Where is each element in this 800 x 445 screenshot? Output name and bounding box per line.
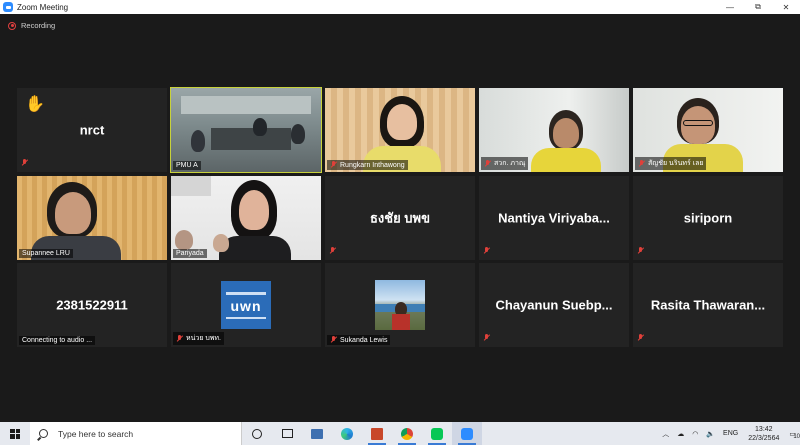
taskbar-search[interactable]: Type here to search xyxy=(30,422,242,445)
mic-muted-icon xyxy=(21,159,28,167)
participant-caption: Supannee LRU xyxy=(19,249,73,258)
cortana-button[interactable] xyxy=(242,422,272,445)
store-button[interactable] xyxy=(302,422,332,445)
line-button[interactable] xyxy=(422,422,452,445)
mic-muted-icon xyxy=(483,334,490,342)
system-tray: ︿ ☁ ◠ 🔈 ENG 13:42 22/3/2564 ▭ 10 xyxy=(658,422,800,445)
participant-tile-rasita[interactable]: Rasita Thawaran... xyxy=(633,263,783,347)
edge-button[interactable] xyxy=(332,422,362,445)
zoom-window: Zoom Meeting — ⧉ ✕ Recording ✋ nrct PMU … xyxy=(0,0,800,445)
mic-muted-icon xyxy=(483,247,490,255)
participant-name: nrct xyxy=(79,122,105,138)
participant-tile-sukanda[interactable]: Sukanda Lewis xyxy=(325,263,475,347)
task-view-button[interactable] xyxy=(272,422,302,445)
search-icon xyxy=(39,429,48,438)
participant-tile-chayanun[interactable]: Chayanun Suebp... xyxy=(479,263,629,347)
participant-tile-rungkarn[interactable]: Rungkarn Inthawong xyxy=(325,88,475,172)
store-icon xyxy=(311,428,323,439)
edge-icon xyxy=(341,427,353,440)
recording-indicator[interactable]: Recording xyxy=(8,21,55,30)
mic-muted-icon xyxy=(638,159,645,168)
participant-caption: Rungkarn Inthawong xyxy=(327,160,408,170)
mic-muted-icon xyxy=(637,334,644,342)
participant-tile-pariyada[interactable]: Pariyada xyxy=(171,176,321,260)
participant-name: siriporn xyxy=(683,210,733,226)
participant-tile-nrct[interactable]: ✋ nrct xyxy=(17,88,167,172)
recording-label: Recording xyxy=(21,21,56,30)
participant-name: 2381522911 xyxy=(56,297,128,313)
participant-tile-uwn[interactable]: uwn หน่วย บพท. xyxy=(171,263,321,347)
language-indicator[interactable]: ENG xyxy=(719,430,742,437)
task-view-icon xyxy=(281,429,293,438)
minimize-button[interactable]: — xyxy=(716,0,744,14)
recording-icon xyxy=(8,21,16,30)
mic-muted-icon xyxy=(329,247,336,255)
mic-muted-icon xyxy=(330,336,337,344)
wifi-icon[interactable]: ◠ xyxy=(688,430,702,438)
close-button[interactable]: ✕ xyxy=(772,0,800,14)
profile-picture xyxy=(375,280,425,330)
video-feed xyxy=(17,176,167,260)
participant-caption: Pariyada xyxy=(173,249,207,258)
participant-name: ธงชัย บพข xyxy=(369,210,431,226)
clock-date: 22/3/2564 xyxy=(748,434,780,442)
zoom-logo-icon xyxy=(3,2,13,12)
search-placeholder: Type here to search xyxy=(58,428,134,439)
raised-hand-icon: ✋ xyxy=(25,96,45,113)
participant-caption: Connecting to audio ... xyxy=(19,336,96,345)
video-feed xyxy=(171,88,321,172)
mic-muted-icon xyxy=(176,334,183,343)
tray-overflow-icon[interactable]: ︿ xyxy=(658,429,673,439)
zoom-icon xyxy=(461,427,473,440)
participant-name: Chayanun Suebp... xyxy=(495,297,613,313)
line-icon xyxy=(431,427,443,440)
title-bar: Zoom Meeting — ⧉ ✕ xyxy=(0,0,800,14)
uwn-logo-text: uwn xyxy=(230,297,262,314)
participant-tile-nantiya[interactable]: Nantiya Viriyaba... xyxy=(479,176,629,260)
window-title: Zoom Meeting xyxy=(17,2,69,12)
participant-caption: Sukanda Lewis xyxy=(327,335,391,345)
windows-logo-icon xyxy=(10,428,20,439)
participant-tile-sanchai[interactable]: สัญชัย นรินทร์ เลย xyxy=(633,88,783,172)
windows-taskbar: Type here to search ︿ ☁ ◠ 🔈 ENG 13:42 22… xyxy=(0,422,800,445)
mic-muted-icon xyxy=(484,159,491,168)
notification-center-icon[interactable]: ▭ 10 xyxy=(785,430,800,440)
participant-tile-pmu[interactable]: PMU A xyxy=(170,87,322,173)
video-feed xyxy=(171,176,321,260)
participant-name: Nantiya Viriyaba... xyxy=(498,210,610,226)
participant-caption: สัญชัย นรินทร์ เลย xyxy=(635,157,707,170)
powerpoint-button[interactable] xyxy=(362,422,392,445)
zoom-taskbar-button[interactable] xyxy=(452,422,482,445)
cortana-icon xyxy=(252,428,262,439)
notification-count: 10 xyxy=(793,433,800,440)
participant-tile-siriporn[interactable]: siriporn xyxy=(633,176,783,260)
powerpoint-icon xyxy=(371,427,383,440)
participant-tile-supannee[interactable]: Supannee LRU xyxy=(17,176,167,260)
profile-picture: uwn xyxy=(221,281,271,329)
participant-caption: PMU A xyxy=(173,161,201,170)
participant-tile-phone[interactable]: 2381522911 Connecting to audio ... xyxy=(17,263,167,347)
participant-tile-thongchai[interactable]: ธงชัย บพข xyxy=(325,176,475,260)
speaker-icon[interactable]: 🔈 xyxy=(702,430,719,438)
maximize-button[interactable]: ⧉ xyxy=(744,0,772,14)
participant-caption: หน่วย บพท. xyxy=(173,332,224,345)
mic-muted-icon xyxy=(637,247,644,255)
start-button[interactable] xyxy=(0,422,30,445)
participant-caption: สวก. ภาณุ xyxy=(481,157,529,170)
chrome-button[interactable] xyxy=(392,422,422,445)
clock[interactable]: 13:42 22/3/2564 xyxy=(742,425,785,443)
cloud-icon[interactable]: ☁ xyxy=(673,430,688,438)
clock-time: 13:42 xyxy=(755,425,773,433)
participant-tile-sakk[interactable]: สวก. ภาณุ xyxy=(479,88,629,172)
chrome-icon xyxy=(401,427,413,440)
participant-name: Rasita Thawaran... xyxy=(650,297,766,313)
mic-muted-icon xyxy=(330,161,337,169)
